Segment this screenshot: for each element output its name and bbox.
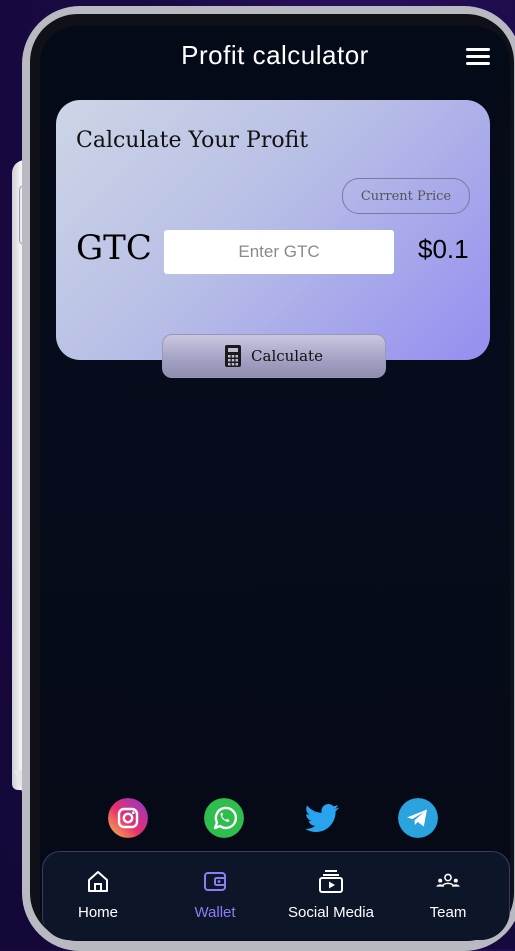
calculator-icon bbox=[225, 345, 242, 367]
calculate-button[interactable]: Calculate bbox=[162, 334, 386, 378]
telegram-icon[interactable] bbox=[398, 798, 438, 838]
instagram-icon[interactable] bbox=[108, 798, 148, 838]
twitter-icon[interactable] bbox=[302, 798, 342, 838]
nav-label-wallet: Wallet bbox=[194, 904, 236, 921]
team-icon bbox=[436, 873, 460, 887]
page-title: Profit calculator bbox=[181, 40, 369, 70]
bottom-navigation: Home Wallet Social Media Team bbox=[42, 851, 510, 940]
coin-label: GTC bbox=[76, 228, 152, 268]
nav-item-wallet[interactable]: Wallet bbox=[160, 868, 270, 921]
social-media-icon bbox=[319, 870, 343, 893]
nav-label-home: Home bbox=[77, 904, 118, 921]
social-links bbox=[40, 798, 510, 842]
current-price-button[interactable]: Current Price bbox=[342, 178, 470, 214]
nav-label-team: Team bbox=[429, 904, 467, 921]
nav-item-team[interactable]: Team bbox=[393, 868, 503, 921]
hamburger-menu-icon[interactable] bbox=[466, 48, 490, 66]
gtc-amount-input[interactable] bbox=[164, 230, 394, 274]
whatsapp-icon[interactable] bbox=[204, 798, 244, 838]
nav-item-social-media[interactable]: Social Media bbox=[276, 868, 386, 921]
current-price-value: $0.1 bbox=[418, 234, 469, 264]
profit-calculator-card: Calculate Your Profit Current Price GTC … bbox=[56, 100, 490, 360]
wallet-icon bbox=[204, 872, 226, 891]
app-screen: Profit calculator Calculate Your Profit … bbox=[40, 26, 510, 940]
nav-item-home[interactable]: Home bbox=[43, 868, 153, 921]
calculate-label: Calculate bbox=[251, 347, 323, 365]
home-icon bbox=[88, 871, 108, 892]
card-heading: Calculate Your Profit bbox=[76, 128, 309, 153]
nav-label-social-media: Social Media bbox=[288, 904, 374, 921]
